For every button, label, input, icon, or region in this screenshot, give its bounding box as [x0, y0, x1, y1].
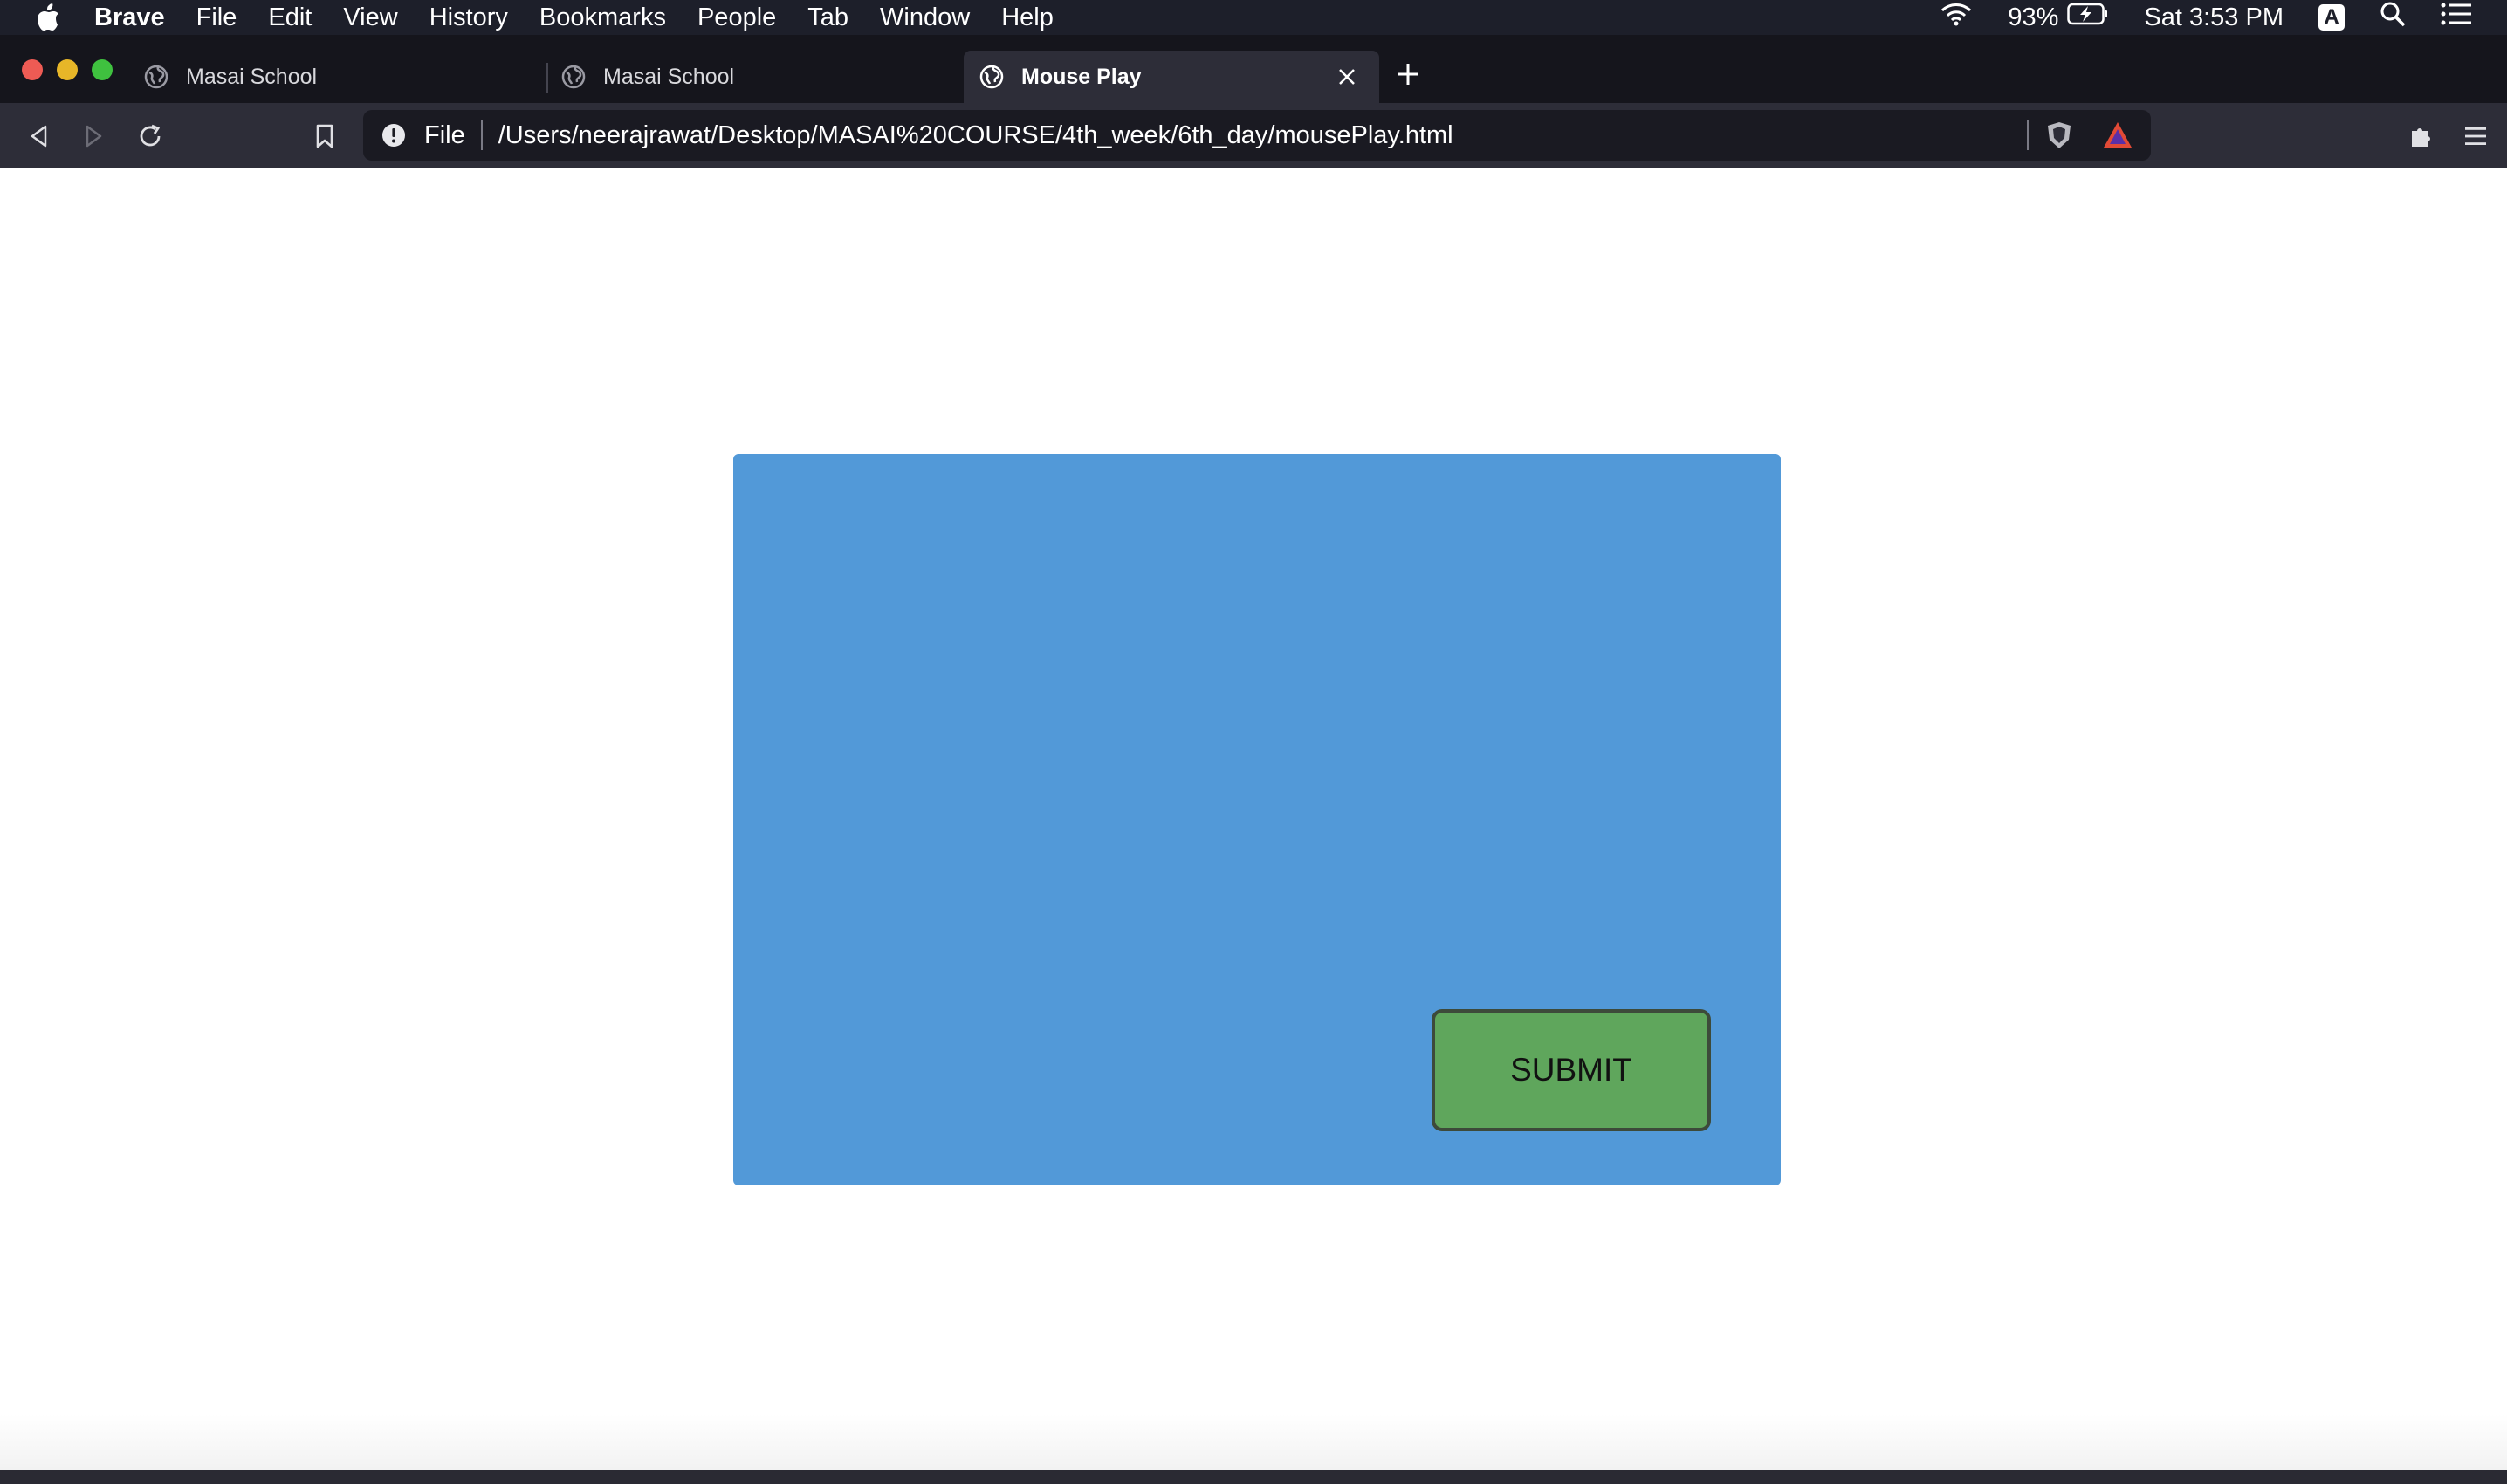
menu-view[interactable]: View: [343, 3, 397, 32]
tab-masai-school-1[interactable]: Masai School: [144, 51, 546, 103]
bookmark-icon[interactable]: [307, 119, 342, 154]
forward-arrow-icon[interactable]: [77, 119, 112, 154]
globe-icon: [144, 65, 168, 89]
menu-bookmarks[interactable]: Bookmarks: [539, 3, 666, 32]
tab-title: Masai School: [603, 64, 735, 89]
page-bottom-fade: [0, 1414, 2507, 1470]
tab-masai-school-2[interactable]: Masai School: [561, 51, 963, 103]
page-viewport: SUBMIT: [0, 168, 2507, 1470]
wifi-icon[interactable]: [1940, 2, 1973, 33]
brave-rewards-icon[interactable]: [2102, 120, 2133, 150]
notification-center-icon[interactable]: [2441, 2, 2472, 33]
battery-status[interactable]: 93%: [2008, 3, 2109, 32]
url-separator: [480, 120, 483, 150]
url-text[interactable]: /Users/neerajrawat/Desktop/MASAI%20COURS…: [498, 121, 1453, 150]
browser-tab-strip: Masai School Masai School Mouse Play: [0, 35, 2507, 103]
menu-file[interactable]: File: [196, 3, 237, 32]
site-info-icon[interactable]: [381, 122, 407, 148]
apple-logo-icon[interactable]: [35, 3, 61, 32]
menu-history[interactable]: History: [429, 3, 508, 32]
tab-title: Mouse Play: [1021, 64, 1142, 89]
extensions-puzzle-icon[interactable]: [2404, 119, 2439, 154]
menu-app-name[interactable]: Brave: [94, 3, 165, 32]
menu-window[interactable]: Window: [880, 3, 970, 32]
input-source-badge[interactable]: A: [2318, 4, 2345, 31]
brave-shield-icon[interactable]: [2044, 120, 2074, 150]
tab-title: Masai School: [186, 64, 318, 89]
reload-icon[interactable]: [133, 119, 168, 154]
window-minimize-button[interactable]: [57, 59, 78, 80]
new-tab-plus-icon[interactable]: [1393, 59, 1423, 89]
back-arrow-icon[interactable]: [21, 119, 56, 154]
battery-percent: 93%: [2008, 3, 2059, 31]
browser-toolbar: File /Users/neerajrawat/Desktop/MASAI%20…: [0, 103, 2507, 168]
blue-play-area[interactable]: SUBMIT: [733, 454, 1781, 1185]
window-zoom-button[interactable]: [92, 59, 113, 80]
menu-people[interactable]: People: [697, 3, 776, 32]
url-separator-right: [2027, 120, 2029, 150]
spotlight-search-icon[interactable]: [2380, 1, 2406, 34]
globe-icon: [979, 65, 1004, 89]
address-bar[interactable]: File /Users/neerajrawat/Desktop/MASAI%20…: [363, 110, 2151, 161]
menu-tab[interactable]: Tab: [807, 3, 848, 32]
menubar-clock[interactable]: Sat 3:53 PM: [2144, 3, 2284, 32]
main-menu-icon[interactable]: [2458, 119, 2493, 154]
url-scheme-label: File: [424, 120, 465, 149]
submit-button[interactable]: SUBMIT: [1432, 1009, 1711, 1131]
menu-edit[interactable]: Edit: [268, 3, 312, 32]
tab-close-icon[interactable]: [1334, 64, 1360, 90]
window-close-button[interactable]: [22, 59, 43, 80]
macos-menu-bar: Brave File Edit View History Bookmarks P…: [0, 0, 2507, 35]
globe-icon: [561, 65, 586, 89]
battery-charging-icon: [2067, 3, 2109, 32]
dock-edge: [0, 1470, 2507, 1484]
tab-divider: [546, 63, 548, 93]
menu-help[interactable]: Help: [1001, 3, 1054, 32]
tab-mouse-play[interactable]: Mouse Play: [964, 51, 1379, 103]
menubar-status-area: 93% Sat 3:53 PM A: [1940, 0, 2507, 35]
